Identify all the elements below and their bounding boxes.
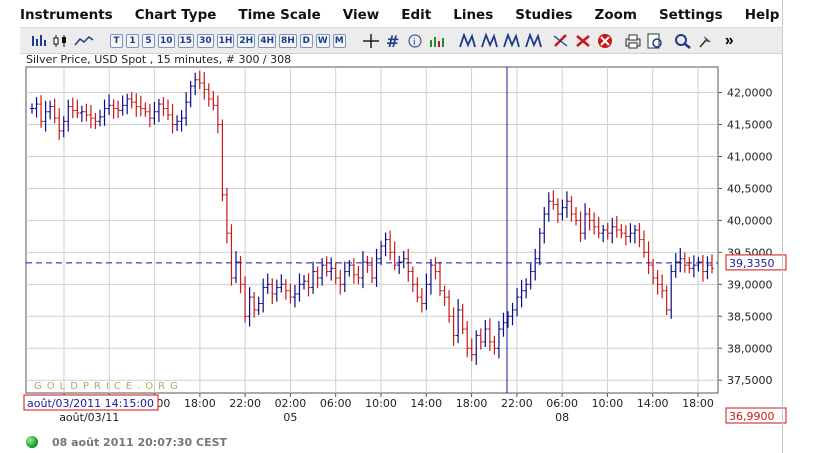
crosshair-time-label: août/03/2011 14:15:00 [27, 397, 154, 410]
x-tick-label: 10:00 [592, 397, 624, 410]
status-timestamp: 08 août 2011 20:07:30 CEST [52, 435, 228, 449]
x-tick-label: 18:00 [456, 397, 488, 410]
y-tick-label: 37,5000 [727, 374, 773, 387]
status-bar: 08 août 2011 20:07:30 CEST [26, 434, 227, 450]
y-tick-label: 41,0000 [727, 150, 773, 163]
x-tick-label: 02:00 [275, 397, 307, 410]
y-tick-label: 40,0000 [727, 214, 773, 227]
x-day-label: août/03/11 [59, 411, 119, 424]
x-tick-label: 06:00 [320, 397, 352, 410]
x-tick-label: 18:00 [682, 397, 714, 410]
plot-area[interactable] [25, 66, 719, 394]
x-tick-label: 22:00 [501, 397, 533, 410]
y-tick-label: 41,5000 [727, 119, 773, 132]
chart-area[interactable]: 37,500038,000038,500039,000039,500040,00… [0, 0, 820, 453]
x-tick-label: 10:00 [365, 397, 397, 410]
frame-border [782, 0, 783, 453]
y-tick-label: 38,0000 [727, 342, 773, 355]
connection-status-icon [26, 436, 38, 448]
y-tick-label: 39,0000 [727, 278, 773, 291]
y-tick-label: 42,0000 [727, 87, 773, 100]
x-tick-label: 22:00 [229, 397, 261, 410]
x-day-label: 05 [283, 411, 297, 424]
crosshair-price-label: 39,3350 [729, 257, 775, 270]
x-day-label: 08 [555, 411, 569, 424]
bottom-price-label: 36,9900 [729, 410, 775, 423]
y-tick-label: 40,5000 [727, 182, 773, 195]
y-tick-label: 38,5000 [727, 310, 773, 323]
watermark: GOLDPRICE.ORG [34, 381, 183, 392]
x-tick-label: 18:00 [184, 397, 216, 410]
x-tick-label: 06:00 [546, 397, 578, 410]
x-tick-label: 14:00 [637, 397, 669, 410]
x-tick-label: 14:00 [410, 397, 442, 410]
